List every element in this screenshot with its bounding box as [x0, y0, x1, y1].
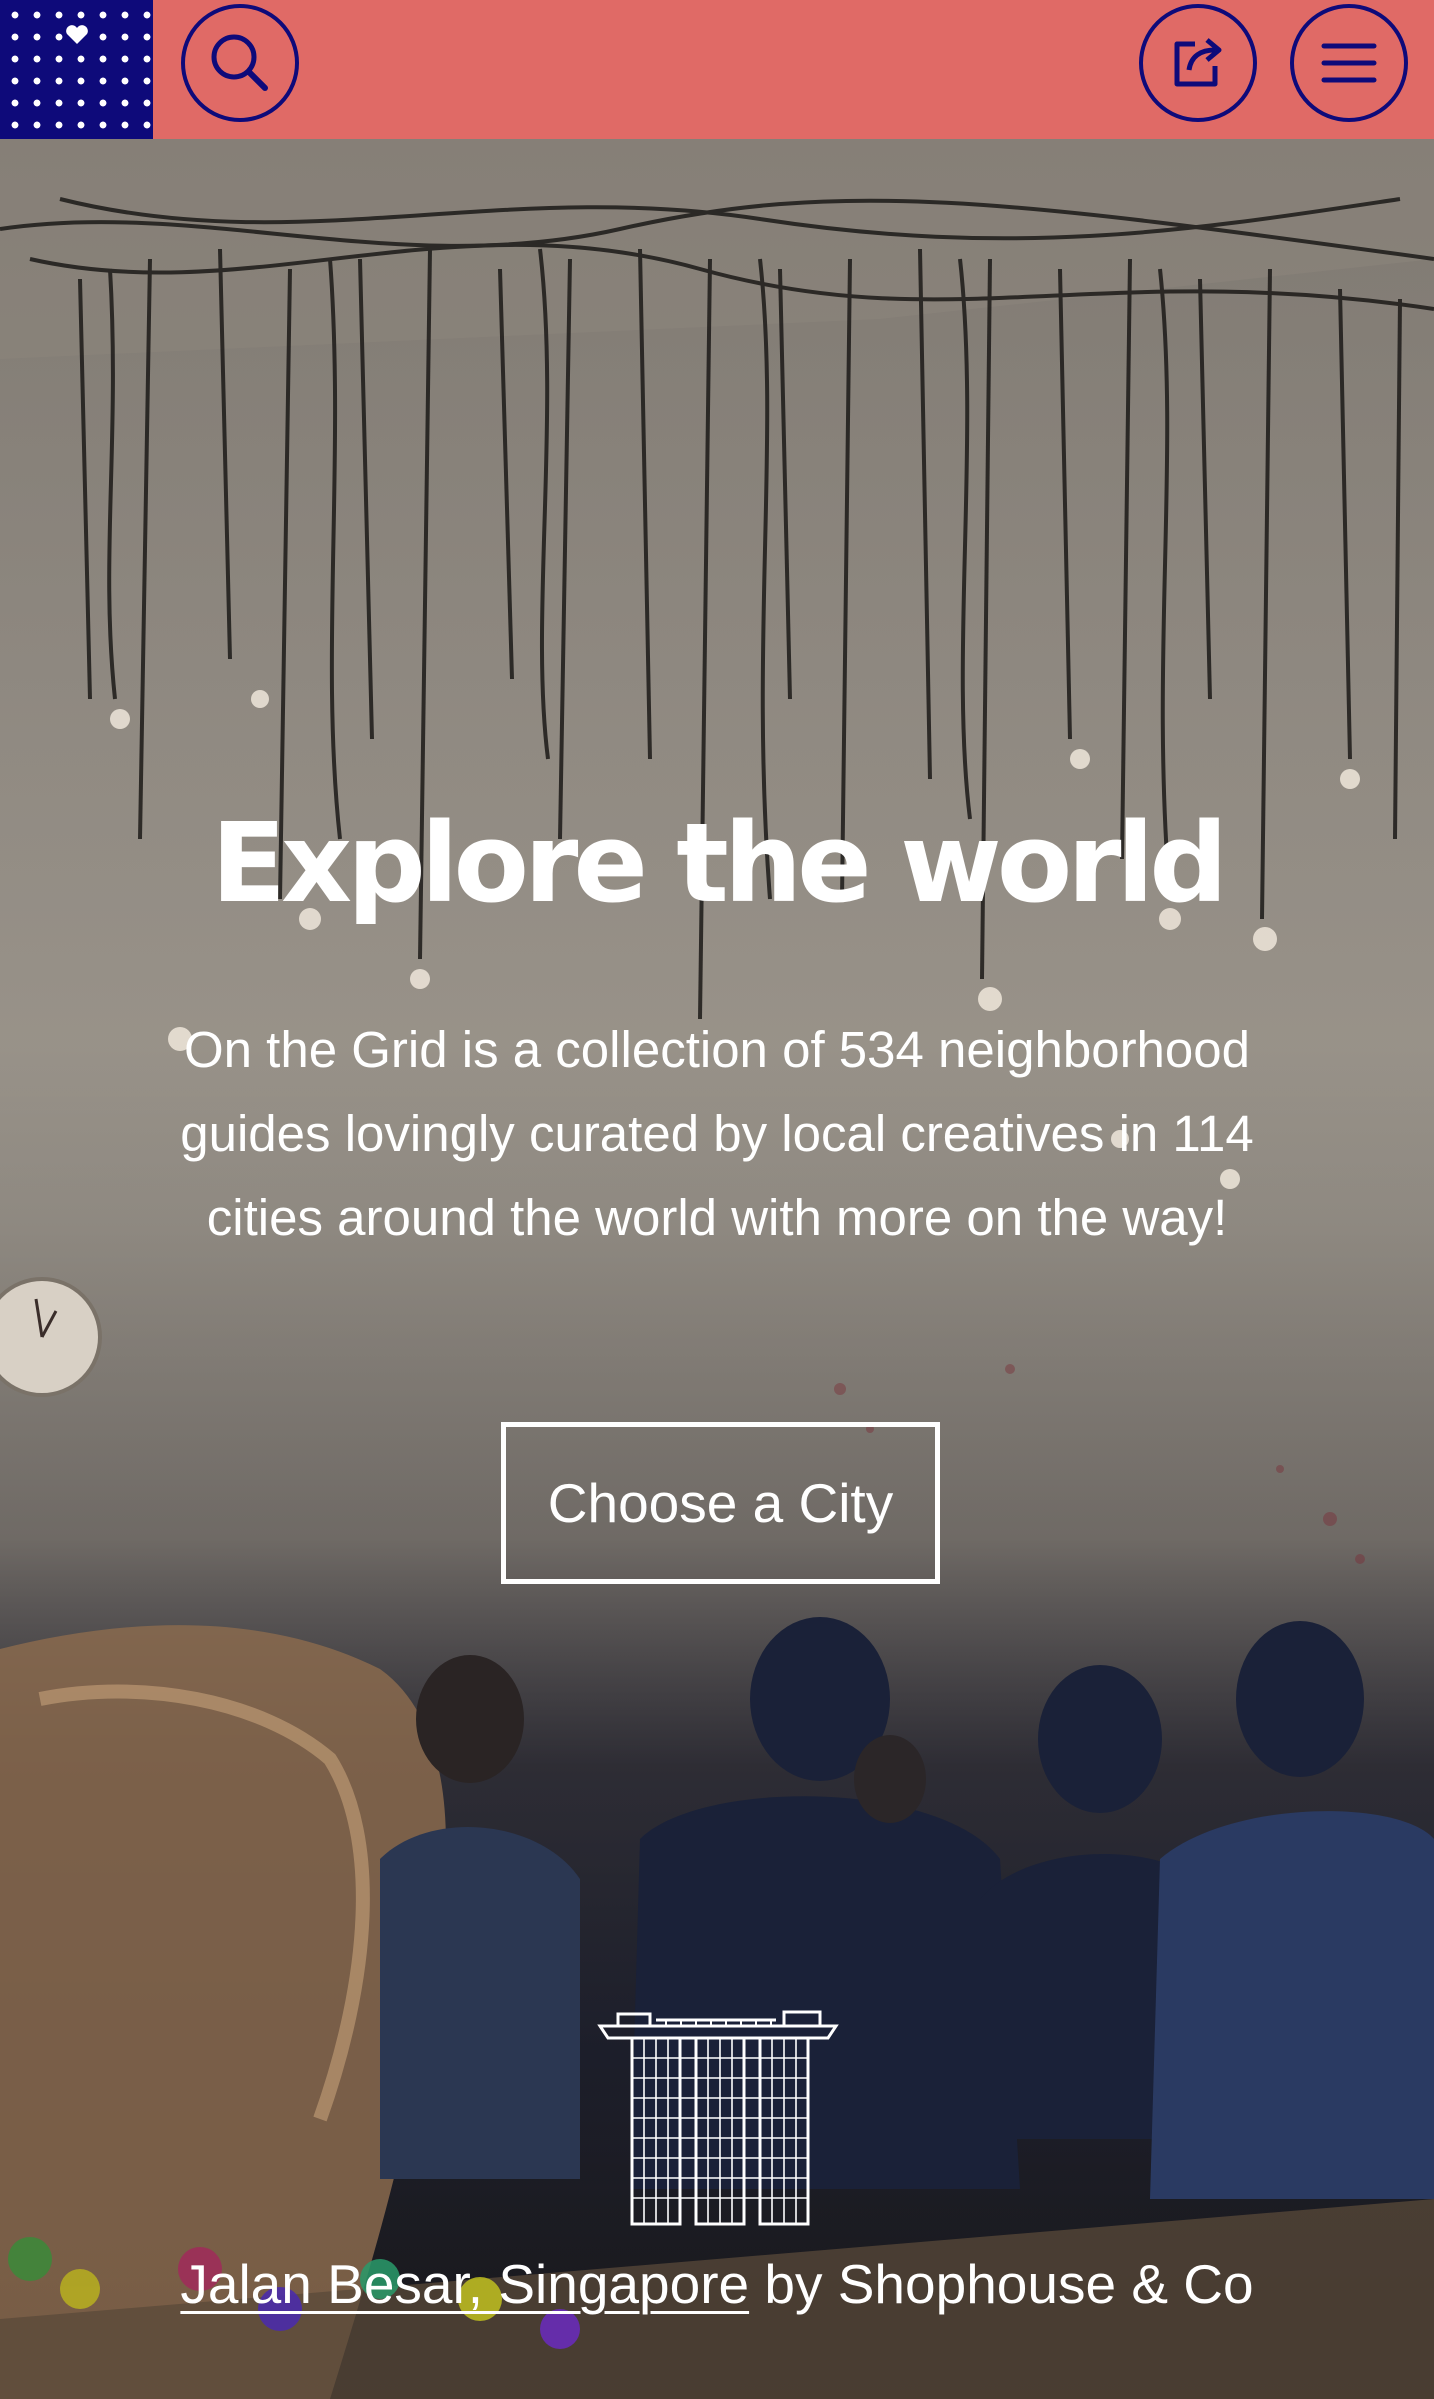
hero-title: Explore the world [211, 799, 1228, 927]
top-nav-bar [0, 0, 1434, 139]
menu-button[interactable] [1290, 4, 1408, 122]
site-logo[interactable] [0, 0, 153, 139]
share-button[interactable] [1139, 4, 1257, 122]
hamburger-menu-icon [1321, 43, 1377, 83]
marina-bay-sands-icon [597, 2010, 839, 2226]
hero-intro-text: On the Grid is a collection of 534 neigh… [180, 1021, 1254, 1246]
share-icon [1174, 38, 1222, 87]
search-button[interactable] [181, 4, 299, 122]
search-icon [211, 34, 268, 91]
choose-city-button[interactable]: Choose a City [501, 1422, 940, 1584]
credit-author-text: by Shophouse & Co [749, 2253, 1254, 2315]
photo-credit: Jalan Besar, Singapore by Shophouse & Co [0, 2252, 1434, 2316]
location-link[interactable]: Jalan Besar, Singapore [180, 2253, 749, 2315]
heart-icon [64, 22, 90, 48]
